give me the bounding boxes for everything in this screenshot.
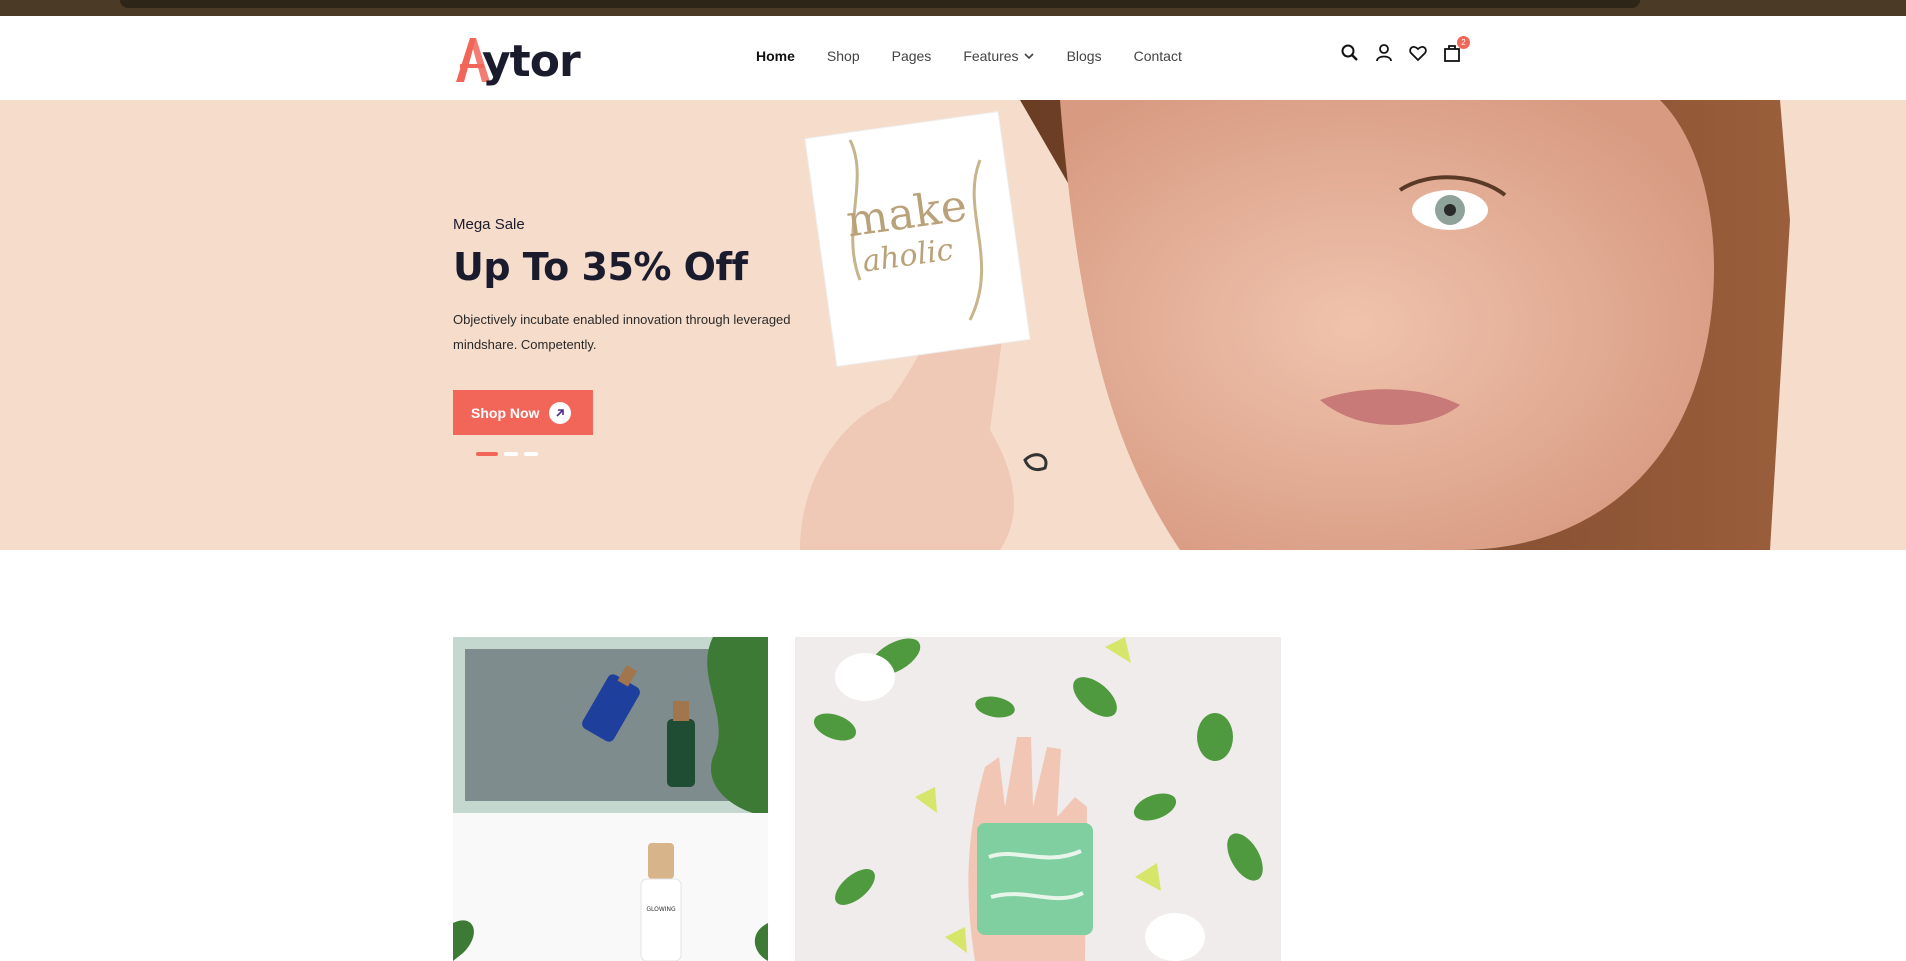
nav-pages[interactable]: Pages: [892, 48, 932, 64]
shop-now-label: Shop Now: [471, 404, 540, 421]
hero-text: Mega Sale Up To 35% Off Objectively incu…: [453, 216, 873, 357]
product-banner-serum[interactable]: [453, 637, 768, 813]
chevron-down-icon: [1023, 53, 1034, 60]
header-icons: 2: [1340, 36, 1470, 64]
glowing-bottle-image: GLOWING: [453, 843, 768, 961]
main-menu: Home Shop Pages Features Blogs Contact: [756, 48, 1182, 64]
brand-logo[interactable]: ytor: [452, 28, 592, 90]
bottle-label: GLOWING: [646, 906, 676, 913]
user-icon[interactable]: [1374, 42, 1394, 64]
nav-contact[interactable]: Contact: [1134, 48, 1182, 64]
scroll-bar: [120, 0, 1640, 8]
nav-home[interactable]: Home: [756, 48, 795, 64]
slider-dot-2[interactable]: [504, 452, 518, 456]
arrow-up-right-icon: [549, 401, 572, 424]
hero-banner: make aholic Mega Sale Up To 35% Off Obje…: [0, 100, 1906, 550]
slider-dot-1[interactable]: [476, 452, 498, 456]
hero-eyebrow: Mega Sale: [453, 216, 525, 233]
search-icon[interactable]: [1340, 42, 1360, 64]
logo-text: ytor: [482, 36, 581, 87]
heart-icon[interactable]: [1408, 42, 1428, 64]
nav-features-label: Features: [963, 48, 1019, 64]
hero-headline: Up To 35% Off: [453, 245, 748, 289]
shop-now-button[interactable]: Shop Now: [453, 390, 593, 435]
nav-blogs[interactable]: Blogs: [1067, 48, 1102, 64]
nav-features[interactable]: Features: [963, 48, 1034, 64]
slider-dot-3[interactable]: [524, 452, 538, 456]
hero-description: Objectively incubate enabled innovation …: [453, 312, 791, 352]
product-banner-soap[interactable]: [795, 637, 1281, 961]
serum-bottles-image: [582, 637, 768, 813]
slider-dots: [476, 452, 538, 456]
cart-count-badge: 2: [1457, 36, 1470, 49]
hero-model-image: make aholic: [800, 100, 1790, 550]
nav-shop[interactable]: Shop: [827, 48, 860, 64]
cart-icon[interactable]: 2: [1442, 36, 1470, 64]
soap-hand-image: [813, 637, 1263, 961]
browser-top-strip: [0, 0, 1906, 16]
site-header: ytor Home Shop Pages Features Blogs Cont…: [0, 16, 1906, 100]
product-banner-bottle[interactable]: GLOWING: [453, 813, 768, 961]
